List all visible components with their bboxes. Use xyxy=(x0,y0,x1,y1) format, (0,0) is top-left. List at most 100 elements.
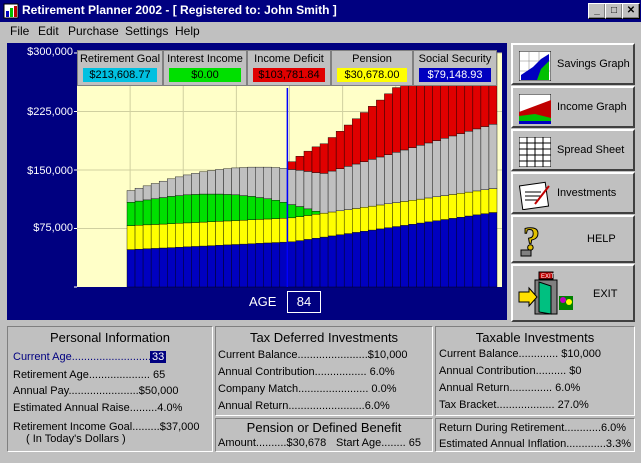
help-label: HELP xyxy=(587,233,616,245)
pension-start-age[interactable]: Start Age........ 65 xyxy=(336,437,421,449)
bar-segment xyxy=(207,193,216,222)
bar-segment xyxy=(263,218,272,244)
bar-segment xyxy=(327,211,337,237)
bar-segment xyxy=(327,137,337,172)
tx-annual-contribution[interactable]: Annual Contribution.......... $0 xyxy=(439,365,581,377)
exit-sign-text: EXIT xyxy=(541,274,555,280)
td-company-match[interactable]: Company Match....................... 0.0… xyxy=(218,383,397,395)
bar-segment xyxy=(392,152,401,203)
bar-segment xyxy=(456,133,466,194)
bar-segment xyxy=(231,220,240,245)
td-current-balance[interactable]: Current Balance.......................$1… xyxy=(218,349,408,361)
return-during-retirement[interactable]: Return During Retirement............6.0% xyxy=(439,422,626,434)
minimize-button[interactable]: _ xyxy=(588,3,606,19)
bar-segment xyxy=(183,246,192,288)
bar-segment xyxy=(215,193,224,222)
bar-segment xyxy=(271,218,281,243)
annual-inflation[interactable]: Estimated Annual Inflation.............3… xyxy=(439,438,631,450)
tx-tax-bracket[interactable]: Tax Bracket................... 27.0% xyxy=(439,399,589,411)
income-graph-button[interactable]: Income Graph xyxy=(511,86,635,128)
bar-segment xyxy=(231,194,240,221)
age-readout: 84 xyxy=(287,291,321,313)
annual-pay-field[interactable]: Annual Pay.......................$50,000 xyxy=(13,385,179,397)
bar-segment xyxy=(311,211,321,215)
bar-segment xyxy=(368,106,377,160)
bar-segment xyxy=(392,87,401,153)
annual-raise-field[interactable]: Estimated Annual Raise.........4.0% xyxy=(13,402,182,414)
bar-segment xyxy=(158,223,168,249)
td-annual-return[interactable]: Annual Return.........................6.… xyxy=(218,400,390,412)
bar-segment xyxy=(440,138,449,196)
age-label: AGE xyxy=(249,294,277,309)
bar-segment xyxy=(167,247,176,288)
bar-segment xyxy=(352,232,361,288)
bar-segment xyxy=(352,208,361,233)
bar-segment xyxy=(134,187,144,202)
bar-segment xyxy=(408,147,417,201)
retirement-age-field[interactable]: Retirement Age.................... 65 xyxy=(13,369,165,381)
income-graph-icon xyxy=(519,94,551,124)
bar-segment xyxy=(384,93,393,155)
menu-file[interactable]: File xyxy=(10,24,29,38)
exit-button[interactable]: EXIT EXIT xyxy=(511,264,635,322)
y-tick-label: $225,000 xyxy=(27,106,73,118)
bar-segment xyxy=(311,146,321,173)
retirement-goal-field[interactable]: Retirement Income Goal.........$37,000 xyxy=(13,421,199,433)
bar-segment xyxy=(295,240,305,288)
legend-label: Income Deficit xyxy=(254,53,324,65)
bar-segment xyxy=(311,172,321,212)
close-button[interactable]: ✕ xyxy=(622,3,640,19)
tx-annual-return[interactable]: Annual Return.............. 6.0% xyxy=(439,382,580,394)
bar-segment xyxy=(343,166,353,210)
bar-segment xyxy=(150,198,160,225)
legend-social-security: Social Security $79,148.93 xyxy=(413,50,497,86)
bar-segment xyxy=(247,219,256,244)
bar-segment xyxy=(215,245,224,288)
bar-segment xyxy=(158,197,168,225)
menu-settings[interactable]: Settings xyxy=(125,24,168,38)
legend-label: Interest Income xyxy=(167,53,243,65)
bar-segment xyxy=(175,195,184,224)
legend-value: $103,781.84 xyxy=(253,68,325,82)
bar-segment xyxy=(239,243,248,288)
bar-segment xyxy=(134,200,144,226)
bar-segment xyxy=(263,198,272,220)
spread-sheet-button[interactable]: Spread Sheet xyxy=(511,129,635,171)
bar-segment xyxy=(150,248,160,288)
panel-title: Pension or Defined Benefit xyxy=(246,420,402,435)
bar-segment xyxy=(199,193,208,223)
bar-segment xyxy=(360,207,369,232)
bar-segment xyxy=(448,194,457,219)
bar-segment xyxy=(223,168,232,195)
bar-segment xyxy=(287,217,297,242)
spread-sheet-label: Spread Sheet xyxy=(557,144,625,156)
bar-segment xyxy=(448,135,457,195)
tx-current-balance[interactable]: Current Balance............. $10,000 xyxy=(439,348,601,360)
investments-button[interactable]: Investments xyxy=(511,172,635,214)
current-age-field[interactable]: 33 xyxy=(150,351,167,363)
bar-segment xyxy=(191,173,200,195)
bar-segment xyxy=(207,245,216,288)
legend-interest-income: Interest Income $0.00 xyxy=(163,50,247,86)
spreadsheet-icon xyxy=(519,137,551,167)
bar-segment xyxy=(207,170,216,195)
bar-segment xyxy=(175,176,184,196)
menu-help[interactable]: Help xyxy=(175,24,200,38)
bar-segment xyxy=(392,226,401,288)
maximize-button[interactable]: □ xyxy=(605,3,623,19)
bar-segment xyxy=(456,193,466,218)
menu-edit[interactable]: Edit xyxy=(38,24,59,38)
exit-label: EXIT xyxy=(593,288,618,300)
bar-segment xyxy=(424,142,433,199)
bar-segment xyxy=(416,222,425,288)
pension-amount[interactable]: Amount..........$30,678 xyxy=(218,437,326,449)
bar-segment xyxy=(303,239,313,288)
bar-segment xyxy=(408,200,417,225)
td-annual-contribution[interactable]: Annual Contribution................. 6.0… xyxy=(218,366,395,378)
menu-purchase[interactable]: Purchase xyxy=(68,24,119,38)
help-button[interactable]: ? HELP xyxy=(511,215,635,263)
taxable-panel: Taxable Investments Current Balance.....… xyxy=(435,326,635,416)
bar-segment xyxy=(199,221,208,247)
savings-graph-button[interactable]: Savings Graph xyxy=(511,43,635,85)
bar-segment xyxy=(464,215,474,288)
